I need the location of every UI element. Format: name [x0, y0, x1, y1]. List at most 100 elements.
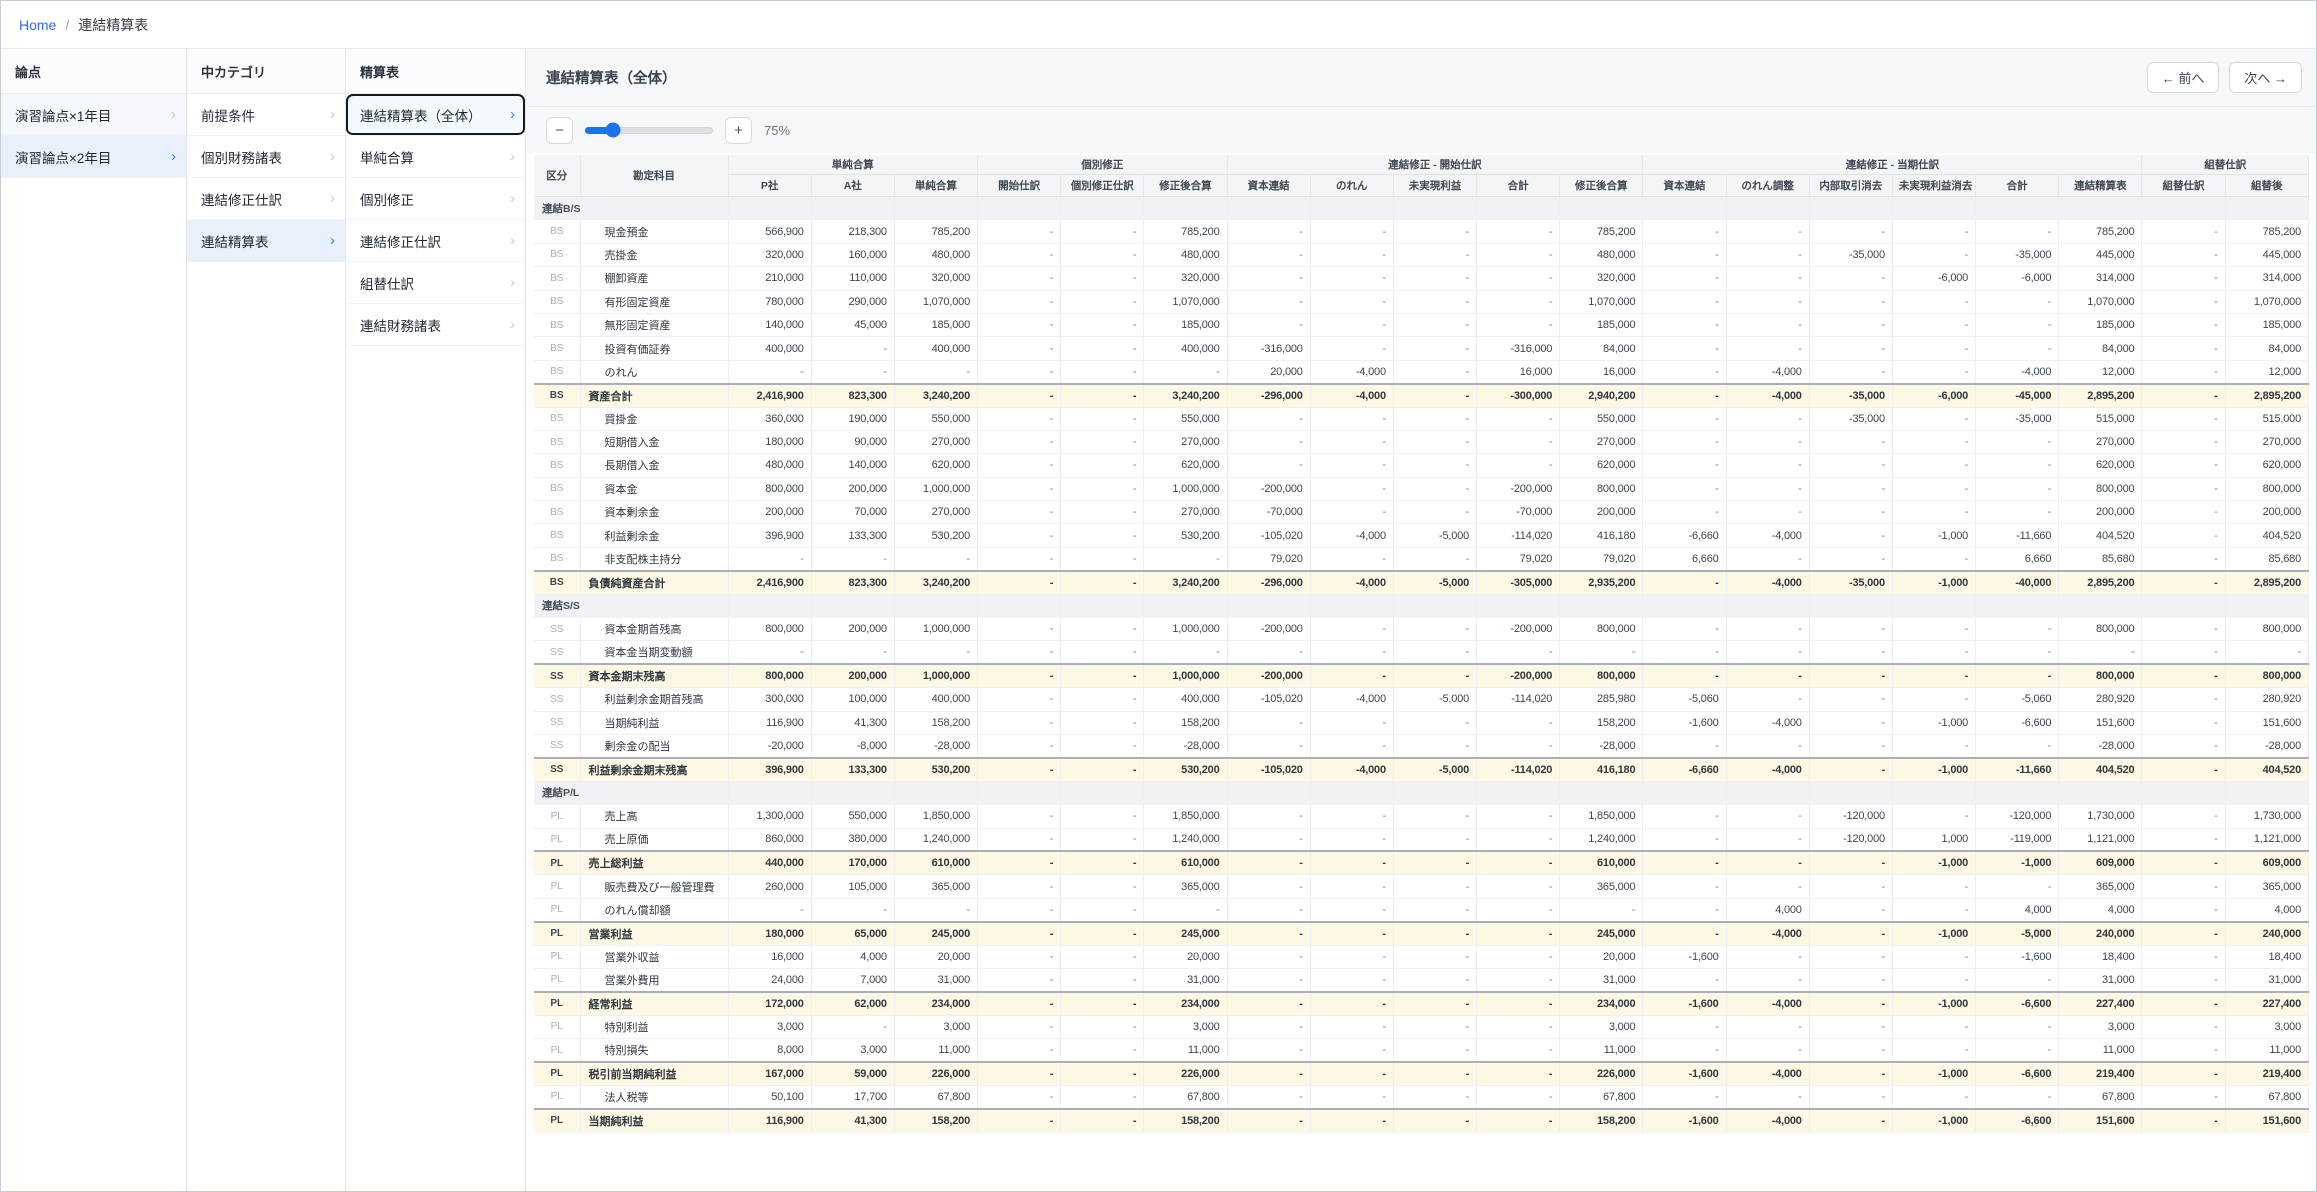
cell-value: -1,600	[1643, 711, 1726, 734]
cell-value: -	[1310, 337, 1393, 360]
sidebar-item[interactable]: 連結修正仕訳›	[187, 178, 345, 220]
cell-value: -	[1227, 430, 1310, 453]
cell-value: -	[1643, 734, 1726, 757]
cell-value: 365,000	[1144, 875, 1227, 898]
sidebar-item[interactable]: 単純合算›	[346, 136, 525, 178]
cell	[1809, 781, 1892, 804]
sidebar-item[interactable]: 前提条件›	[187, 94, 345, 136]
cell-value: -45,000	[1976, 384, 2059, 407]
cell-value: -4,000	[1310, 524, 1393, 547]
cell-value: 67,800	[2225, 1085, 2308, 1108]
sidebar-item[interactable]: 連結修正仕訳›	[346, 220, 525, 262]
account-label: 利益剰余金期末残高	[580, 758, 728, 781]
cell-value: -	[1809, 711, 1892, 734]
next-button[interactable]: 次へ →	[2229, 62, 2302, 93]
cell-value: -	[1310, 711, 1393, 734]
sidebar-item[interactable]: 演習論点×1年目›	[1, 94, 186, 136]
cell-value: -	[1643, 337, 1726, 360]
sidebar-item[interactable]: 連結精算表（全体）›	[346, 94, 525, 136]
sidebar-item[interactable]: 組替仕訳›	[346, 262, 525, 304]
cell-value: -	[1310, 968, 1393, 991]
cell-value: -	[1809, 758, 1892, 781]
cell-value: 16,000	[1560, 360, 1643, 383]
sidebar-item[interactable]: 連結精算表›	[187, 220, 345, 262]
cell-value: 20,000	[1227, 360, 1310, 383]
cell-value: -	[1393, 1085, 1476, 1108]
cell-value: -	[1560, 898, 1643, 921]
cell-value: -	[2142, 337, 2225, 360]
cell-value: 16,000	[1477, 360, 1560, 383]
cell-value: 79,020	[1477, 547, 1560, 570]
cell-value: 85,680	[2059, 547, 2142, 570]
chevron-right-icon: ›	[510, 191, 515, 206]
cell-value: -119,000	[1976, 828, 2059, 851]
sidebar-item[interactable]: 個別修正›	[346, 178, 525, 220]
cell-value: -4,000	[1726, 524, 1809, 547]
cell-value: 530,200	[894, 758, 977, 781]
cell	[1643, 781, 1726, 804]
cell-value: -	[894, 898, 977, 921]
cell-value: -	[1477, 454, 1560, 477]
row-tag: PL	[534, 805, 580, 828]
cell-value: 3,240,200	[894, 384, 977, 407]
cell-value: 2,895,200	[2059, 384, 2142, 407]
cell-value: 1,070,000	[1144, 290, 1227, 313]
table-row: PLのれん償却額------------4,000--4,0004,000-4,…	[534, 898, 2309, 921]
sidebar-item-label: 前提条件	[201, 105, 255, 125]
cell-value: -	[2142, 1015, 2225, 1038]
cell-value: -	[1393, 711, 1476, 734]
account-label: 売上総利益	[580, 851, 728, 874]
zoom-out-button[interactable]: −	[546, 117, 573, 144]
account-label: 資産合計	[580, 384, 728, 407]
cell-value: -	[894, 547, 977, 570]
cell-value: -	[1809, 547, 1892, 570]
cell-value: 234,000	[1144, 992, 1227, 1015]
sidebar-item[interactable]: 個別財務諸表›	[187, 136, 345, 178]
sidebar-panel-worksheet: 精算表連結精算表（全体）›単純合算›個別修正›連結修正仕訳›組替仕訳›連結財務諸…	[346, 49, 526, 1191]
cell-value: -	[1643, 313, 1726, 336]
zoom-level: 75%	[764, 123, 790, 138]
breadcrumb-home-link[interactable]: Home	[19, 17, 56, 33]
zoom-slider[interactable]	[585, 123, 713, 137]
cell-value: -	[1643, 618, 1726, 641]
cell-value: -6,600	[1976, 992, 2059, 1015]
cell-value: -	[1310, 945, 1393, 968]
cell-value: -	[1477, 313, 1560, 336]
cell-value: -	[978, 688, 1061, 711]
cell-value: -6,000	[1976, 267, 2059, 290]
sidebar-item-label: 演習論点×1年目	[15, 105, 111, 125]
cell-value: -4,000	[1310, 360, 1393, 383]
zoom-slider-handle[interactable]	[606, 123, 621, 138]
cell-value: -	[1310, 220, 1393, 243]
sidebar-item[interactable]: 演習論点×2年目›	[1, 136, 186, 178]
account-label: 特別損失	[580, 1039, 728, 1062]
cell-value: -	[1227, 454, 1310, 477]
sidebar-item[interactable]: 連結財務諸表›	[346, 304, 525, 346]
zoom-in-button[interactable]: +	[725, 117, 752, 144]
cell	[1560, 197, 1643, 220]
prev-button[interactable]: ← 前へ	[2147, 62, 2220, 93]
cell-value: 180,000	[728, 430, 811, 453]
table-row: BSのれん------20,000-4,000-16,00016,000--4,…	[534, 360, 2309, 383]
cell-value: -	[1809, 454, 1892, 477]
cell-value: -	[1809, 290, 1892, 313]
cell-value: -	[1061, 477, 1144, 500]
column-group-header: 個別修正	[978, 155, 1228, 175]
cell-value: -	[1643, 220, 1726, 243]
account-label: 資本金	[580, 477, 728, 500]
cell-value: 609,000	[2225, 851, 2308, 874]
cell	[2059, 781, 2142, 804]
cell-value: -	[1976, 454, 2059, 477]
cell-value: -	[978, 898, 1061, 921]
cell-value: -	[2142, 501, 2225, 524]
cell-value: 31,000	[894, 968, 977, 991]
cell-value: -	[1393, 454, 1476, 477]
cell-value: -1,600	[1643, 1062, 1726, 1085]
cell-value: -305,000	[1477, 571, 1560, 594]
sidebar-panel-category: 中カテゴリ前提条件›個別財務諸表›連結修正仕訳›連結精算表›	[187, 49, 346, 1191]
cell-value: -	[1809, 313, 1892, 336]
cell-value: -	[1144, 360, 1227, 383]
cell-value: -	[1061, 1062, 1144, 1085]
cell-value: -200,000	[1477, 664, 1560, 687]
cell-value: -	[1227, 851, 1310, 874]
